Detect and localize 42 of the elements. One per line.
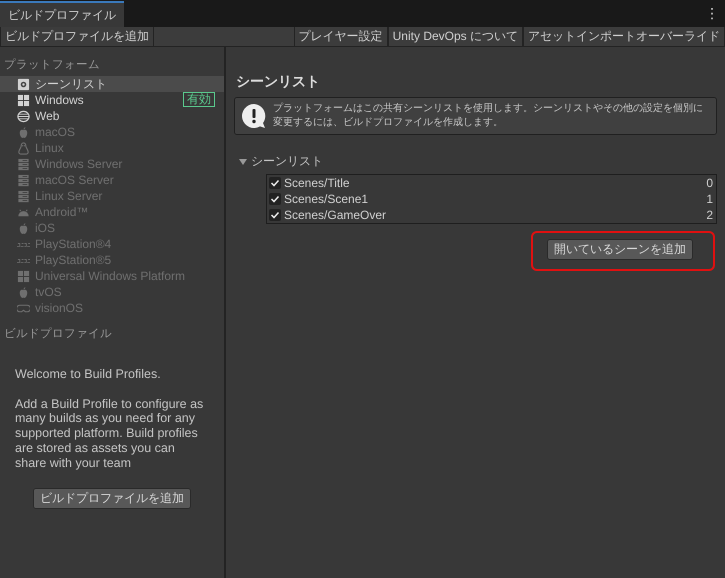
penguin-icon: [17, 142, 30, 154]
windows-icon: [17, 270, 30, 282]
checkbox[interactable]: [269, 209, 281, 221]
checkbox[interactable]: [269, 193, 281, 205]
globe-icon: [17, 110, 30, 122]
scene-index: 2: [706, 208, 713, 222]
window-tab[interactable]: ビルドプロファイル: [0, 1, 124, 27]
scene-index: 1: [706, 192, 713, 206]
windows-icon: [17, 94, 30, 106]
toolbar-button[interactable]: アセットインポートオーバーライド: [523, 27, 725, 46]
scene-path: Scenes/GameOver: [284, 208, 388, 222]
toolbar-button[interactable]: Unity DevOps について: [388, 27, 523, 46]
toolbar-button[interactable]: プレイヤー設定: [294, 27, 388, 46]
add-profile-button[interactable]: ビルドプロファイルを追加: [33, 488, 191, 510]
warning-icon: [241, 103, 267, 129]
headset-icon: [17, 302, 30, 314]
scene-path: Scenes/Scene1: [284, 192, 370, 206]
server-icon: [17, 158, 30, 170]
platform-item[interactable]: Web: [0, 108, 224, 124]
scene-path: Scenes/Title: [284, 176, 351, 190]
welcome-text: Welcome to Build Profiles.: [15, 367, 162, 382]
info-text: プラットフォームはこの共有シーンリストを使用します。シーンリストやその他の設定を個別に変更するには、ビルドプロファイルを作成します。: [273, 102, 704, 130]
add-open-scenes-button[interactable]: 開いているシーンを追加: [547, 239, 693, 260]
apple-icon: [17, 126, 30, 138]
section-heading: プラットフォーム: [3, 57, 101, 73]
checkbox[interactable]: [269, 177, 281, 189]
scene-list-foldout[interactable]: シーンリスト: [239, 153, 717, 170]
apple-icon: [17, 222, 30, 234]
section-heading: ビルドプロファイル: [3, 326, 113, 342]
menu-icon[interactable]: ⋮: [699, 5, 725, 22]
platform-item[interactable]: シーンリスト: [0, 76, 224, 92]
apple-icon: [17, 286, 30, 298]
toolbar-button[interactable]: ビルドプロファイルを追加: [0, 27, 154, 46]
gear-icon: [17, 78, 30, 90]
server-icon: [17, 190, 30, 202]
caret-icon: [239, 158, 247, 166]
scene-index: 0: [706, 176, 713, 190]
platform-item[interactable]: Windows 有効: [0, 92, 224, 108]
server-icon: [17, 174, 30, 186]
description-text: Add a Build Profile to configure as many builds as you need for any supported platform. Build profiles are stored as assets you can share with your team: [15, 396, 204, 470]
section-title: シーンリスト: [236, 73, 321, 91]
status-badge: 有効: [183, 92, 215, 107]
